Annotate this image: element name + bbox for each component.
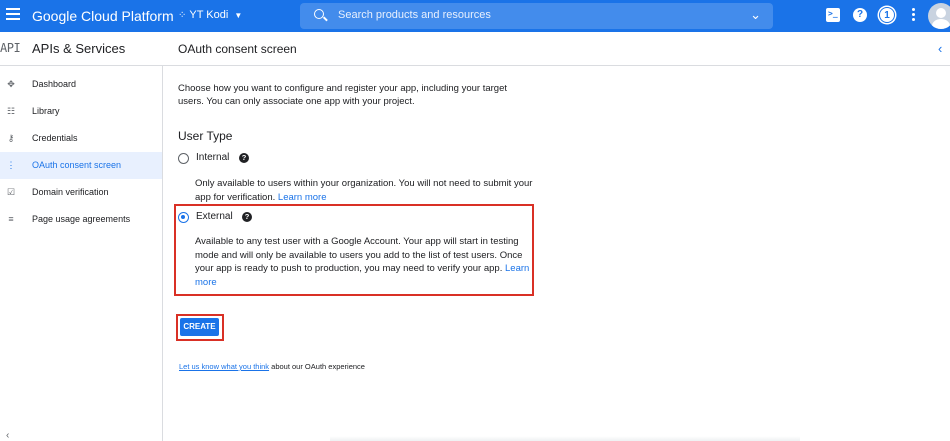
intro-text: Choose how you want to configure and reg… — [178, 83, 508, 107]
help-icon[interactable]: ? — [853, 8, 867, 22]
feedback-link[interactable]: Let us know what you think — [179, 362, 269, 371]
sidebar-item-oauth-consent[interactable]: ⋮ OAuth consent screen — [0, 152, 162, 179]
search-icon — [314, 9, 324, 19]
user-type-heading: User Type — [178, 129, 233, 143]
sidebar-item-dashboard[interactable]: ✥ Dashboard — [0, 71, 162, 98]
sidebar-item-label: OAuth consent screen — [32, 160, 122, 170]
internal-description: Only available to users within your orga… — [195, 178, 533, 203]
bottom-divider — [330, 436, 800, 441]
project-selector[interactable]: ⁘ YT Kodi ▼ — [178, 9, 242, 21]
create-button[interactable]: CREATE — [180, 318, 219, 336]
feedback-text: Let us know what you think about our OAu… — [179, 362, 365, 371]
chevron-down-icon[interactable]: ⌄ — [750, 7, 761, 23]
internal-radio[interactable] — [178, 153, 189, 164]
settings-list-icon: ≡ — [8, 214, 14, 224]
key-icon: ⚷ — [7, 133, 15, 143]
search-bar[interactable]: Search products and resources ⌄ — [300, 3, 773, 29]
search-placeholder: Search products and resources — [338, 9, 491, 21]
cloud-shell-icon[interactable] — [826, 8, 840, 22]
external-highlight-box — [174, 204, 534, 296]
chevron-left-icon[interactable]: ‹ — [938, 41, 942, 56]
notifications-badge[interactable]: 1 — [879, 7, 895, 23]
api-logo-icon: API — [0, 41, 21, 55]
menu-icon[interactable] — [6, 8, 20, 22]
sidebar-item-domain-verification[interactable]: ☑ Domain verification — [0, 179, 162, 206]
chevron-left-icon[interactable]: ‹ — [6, 430, 9, 441]
dashboard-icon: ✥ — [7, 79, 15, 89]
consent-icon: ⋮ — [6, 160, 16, 170]
project-dots-icon: ⁘ — [178, 9, 186, 21]
project-name: YT Kodi — [189, 9, 229, 21]
avatar[interactable] — [928, 3, 950, 29]
top-app-bar: Google Cloud Platform ⁘ YT Kodi ▼ Search… — [0, 0, 950, 32]
help-icon[interactable]: ? — [239, 153, 249, 163]
page-header: API APIs & Services OAuth consent screen… — [0, 32, 950, 66]
create-highlight-box: CREATE — [176, 314, 224, 341]
sidebar-item-label: Domain verification — [32, 187, 109, 197]
sidebar: ✥ Dashboard ☷ Library ⚷ Credentials ⋮ OA… — [0, 66, 163, 441]
section-title: APIs & Services — [32, 41, 126, 56]
sidebar-item-label: Library — [32, 106, 60, 116]
sidebar-item-label: Credentials — [32, 133, 78, 143]
more-vert-icon[interactable] — [912, 8, 916, 23]
sidebar-item-label: Dashboard — [32, 79, 77, 89]
sidebar-item-library[interactable]: ☷ Library — [0, 98, 162, 125]
page-title: OAuth consent screen — [178, 42, 297, 56]
sidebar-item-label: Page usage agreements — [32, 214, 131, 224]
internal-label[interactable]: Internal — [196, 152, 229, 163]
checkbox-icon: ☑ — [6, 187, 16, 197]
brand-title[interactable]: Google Cloud Platform — [32, 8, 174, 24]
sidebar-item-page-usage[interactable]: ≡ Page usage agreements — [0, 206, 162, 233]
learn-more-link[interactable]: Learn more — [278, 192, 327, 203]
library-icon: ☷ — [6, 106, 16, 116]
chevron-down-icon: ▼ — [234, 10, 243, 20]
sidebar-item-credentials[interactable]: ⚷ Credentials — [0, 125, 162, 152]
